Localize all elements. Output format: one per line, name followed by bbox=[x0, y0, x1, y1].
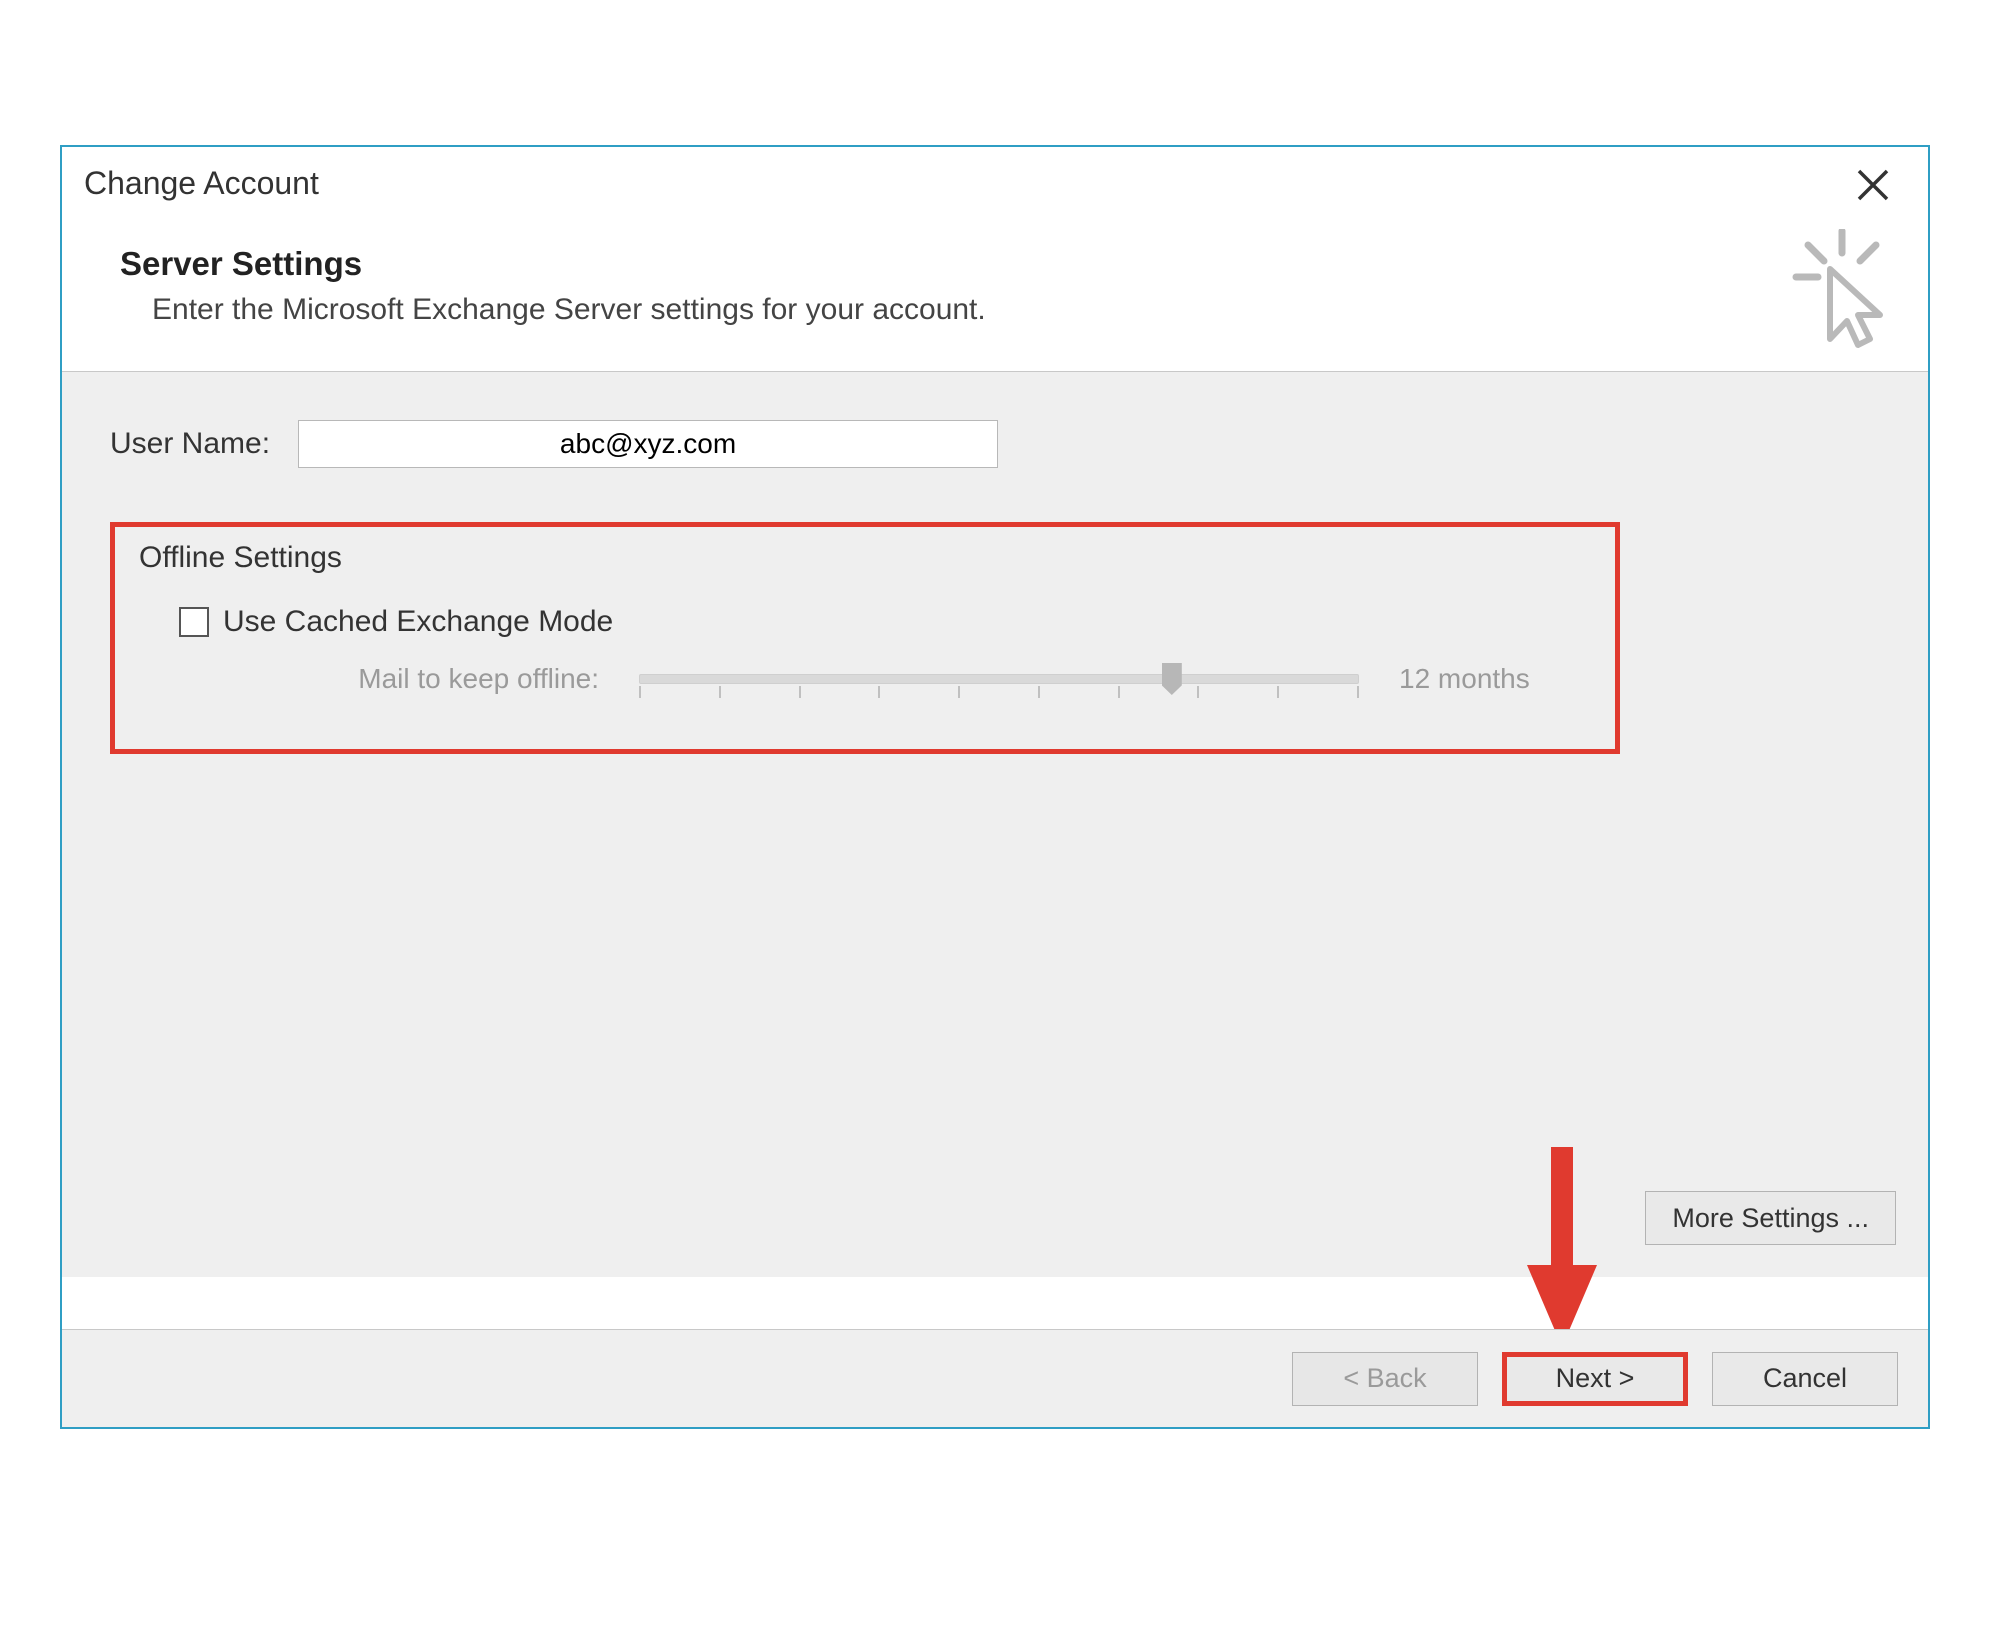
arrow-annotation-icon bbox=[1527, 1147, 1597, 1347]
user-name-label: User Name: bbox=[110, 427, 270, 461]
more-settings-button[interactable]: More Settings ... bbox=[1645, 1191, 1896, 1245]
close-icon[interactable] bbox=[1852, 159, 1894, 201]
dialog-footer: < Back Next > Cancel bbox=[62, 1329, 1928, 1427]
mail-offline-value: 12 months bbox=[1399, 663, 1579, 695]
dialog-body: User Name: Offline Settings Use Cached E… bbox=[62, 371, 1928, 1277]
dialog-header: Server Settings Enter the Microsoft Exch… bbox=[62, 219, 1928, 371]
cached-exchange-label: Use Cached Exchange Mode bbox=[223, 605, 613, 639]
server-settings-heading: Server Settings bbox=[120, 245, 1898, 283]
titlebar: Change Account bbox=[62, 147, 1928, 219]
mail-offline-slider[interactable] bbox=[639, 664, 1359, 694]
next-button[interactable]: Next > bbox=[1502, 1352, 1688, 1406]
dialog-title: Change Account bbox=[84, 165, 319, 201]
cursor-click-icon bbox=[1792, 229, 1892, 349]
back-button: < Back bbox=[1292, 1352, 1478, 1406]
mail-offline-label: Mail to keep offline: bbox=[339, 663, 599, 695]
cached-exchange-row: Use Cached Exchange Mode bbox=[179, 605, 1591, 639]
cached-exchange-checkbox[interactable] bbox=[179, 607, 209, 637]
offline-settings-title: Offline Settings bbox=[139, 541, 1591, 575]
mail-offline-row: Mail to keep offline: 12 months bbox=[139, 663, 1591, 695]
cancel-button[interactable]: Cancel bbox=[1712, 1352, 1898, 1406]
change-account-dialog: Change Account Server Settings Enter the… bbox=[60, 145, 1930, 1429]
offline-settings-group: Offline Settings Use Cached Exchange Mod… bbox=[110, 522, 1620, 754]
server-settings-subheading: Enter the Microsoft Exchange Server sett… bbox=[120, 293, 1898, 327]
user-name-input[interactable] bbox=[298, 420, 998, 468]
user-name-row: User Name: bbox=[110, 420, 998, 468]
